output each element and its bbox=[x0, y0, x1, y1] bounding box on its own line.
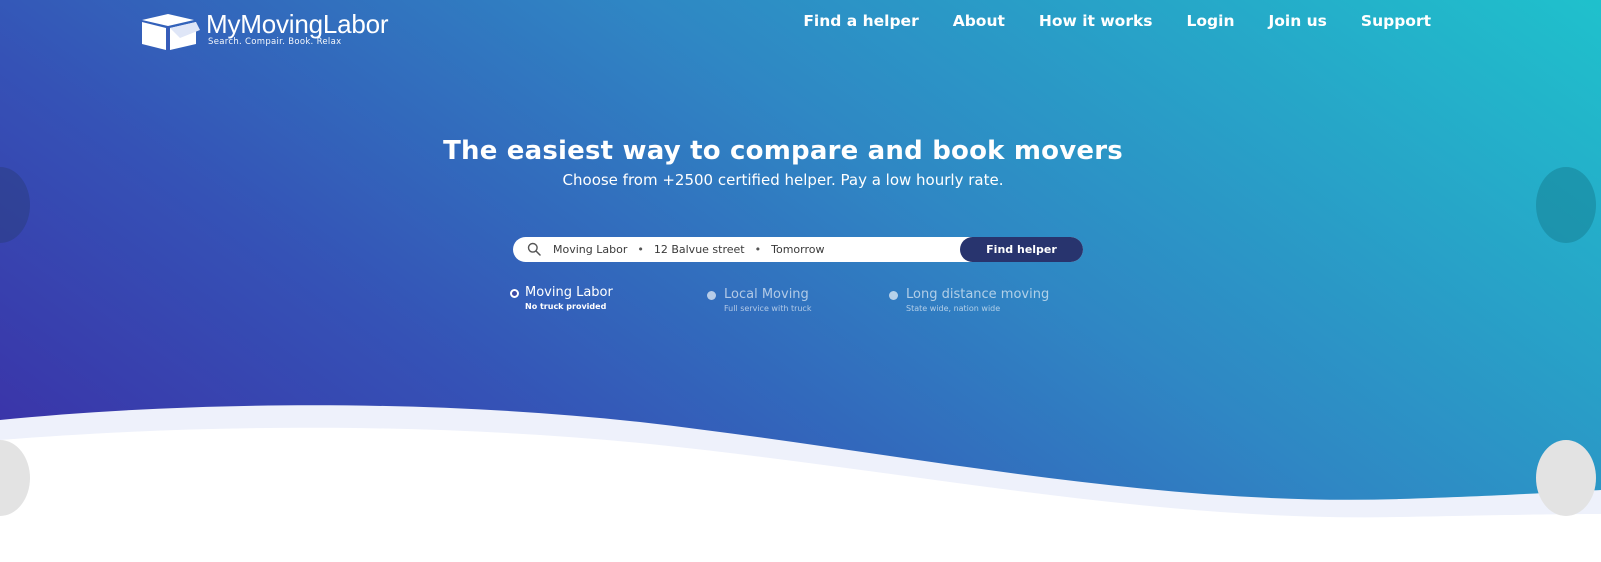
radio-icon bbox=[707, 291, 716, 300]
option-subtitle: No truck provided bbox=[525, 302, 607, 311]
address-field[interactable]: 12 Balvue street bbox=[654, 243, 745, 256]
find-helper-button[interactable]: Find helper bbox=[960, 237, 1083, 262]
radio-icon bbox=[889, 291, 898, 300]
search-icon bbox=[527, 242, 541, 256]
page: MyMovingLabor Search. Compair. Book. Rel… bbox=[0, 0, 1601, 562]
hero-wave bbox=[0, 405, 1601, 562]
option-title: Moving Labor bbox=[525, 285, 613, 300]
hero-headline: The easiest way to compare and book move… bbox=[443, 136, 1123, 166]
nav-support[interactable]: Support bbox=[1361, 12, 1431, 30]
hero-subhead: Choose from +2500 certified helper. Pay … bbox=[562, 171, 1004, 189]
separator: • bbox=[754, 243, 762, 256]
brand-tagline: Search. Compair. Book. Relax bbox=[208, 37, 342, 47]
radio-selected-icon bbox=[510, 289, 519, 298]
separator: • bbox=[637, 243, 644, 256]
nav-join-us[interactable]: Join us bbox=[1268, 12, 1326, 30]
search-bar[interactable]: Moving Labor • 12 Balvue street • Tomorr… bbox=[513, 237, 1083, 262]
option-title: Local Moving bbox=[724, 287, 809, 302]
carousel-next-button[interactable] bbox=[1536, 440, 1596, 516]
hero-background: MyMovingLabor Search. Compair. Book. Rel… bbox=[0, 0, 1601, 562]
nav-about[interactable]: About bbox=[953, 12, 1005, 30]
carousel-next-button[interactable] bbox=[1536, 167, 1596, 243]
service-field[interactable]: Moving Labor bbox=[553, 243, 627, 256]
main-nav: Find a helper About How it works Login J… bbox=[769, 12, 1431, 30]
option-subtitle: State wide, nation wide bbox=[906, 304, 1001, 313]
box-icon bbox=[142, 14, 200, 50]
brand-logo[interactable]: MyMovingLabor Search. Compair. Book. Rel… bbox=[138, 8, 498, 50]
search-fields: Moving Labor • 12 Balvue street • Tomorr… bbox=[553, 237, 824, 262]
brand-name: MyMovingLabor bbox=[206, 9, 389, 39]
option-subtitle: Full service with truck bbox=[724, 304, 812, 313]
date-field[interactable]: Tomorrow bbox=[771, 243, 824, 256]
nav-how-it-works[interactable]: How it works bbox=[1039, 12, 1153, 30]
option-title: Long distance moving bbox=[906, 287, 1050, 302]
nav-find-a-helper[interactable]: Find a helper bbox=[803, 12, 918, 30]
nav-login[interactable]: Login bbox=[1187, 12, 1235, 30]
